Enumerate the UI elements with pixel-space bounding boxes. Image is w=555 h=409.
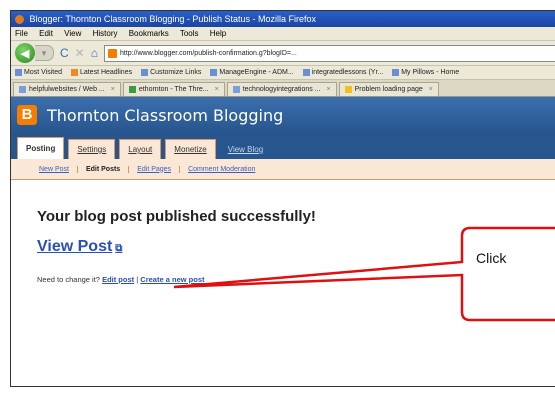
callout-bubble	[173, 226, 555, 322]
callout-text: Click	[476, 250, 507, 266]
annotation-overlay	[173, 226, 555, 322]
